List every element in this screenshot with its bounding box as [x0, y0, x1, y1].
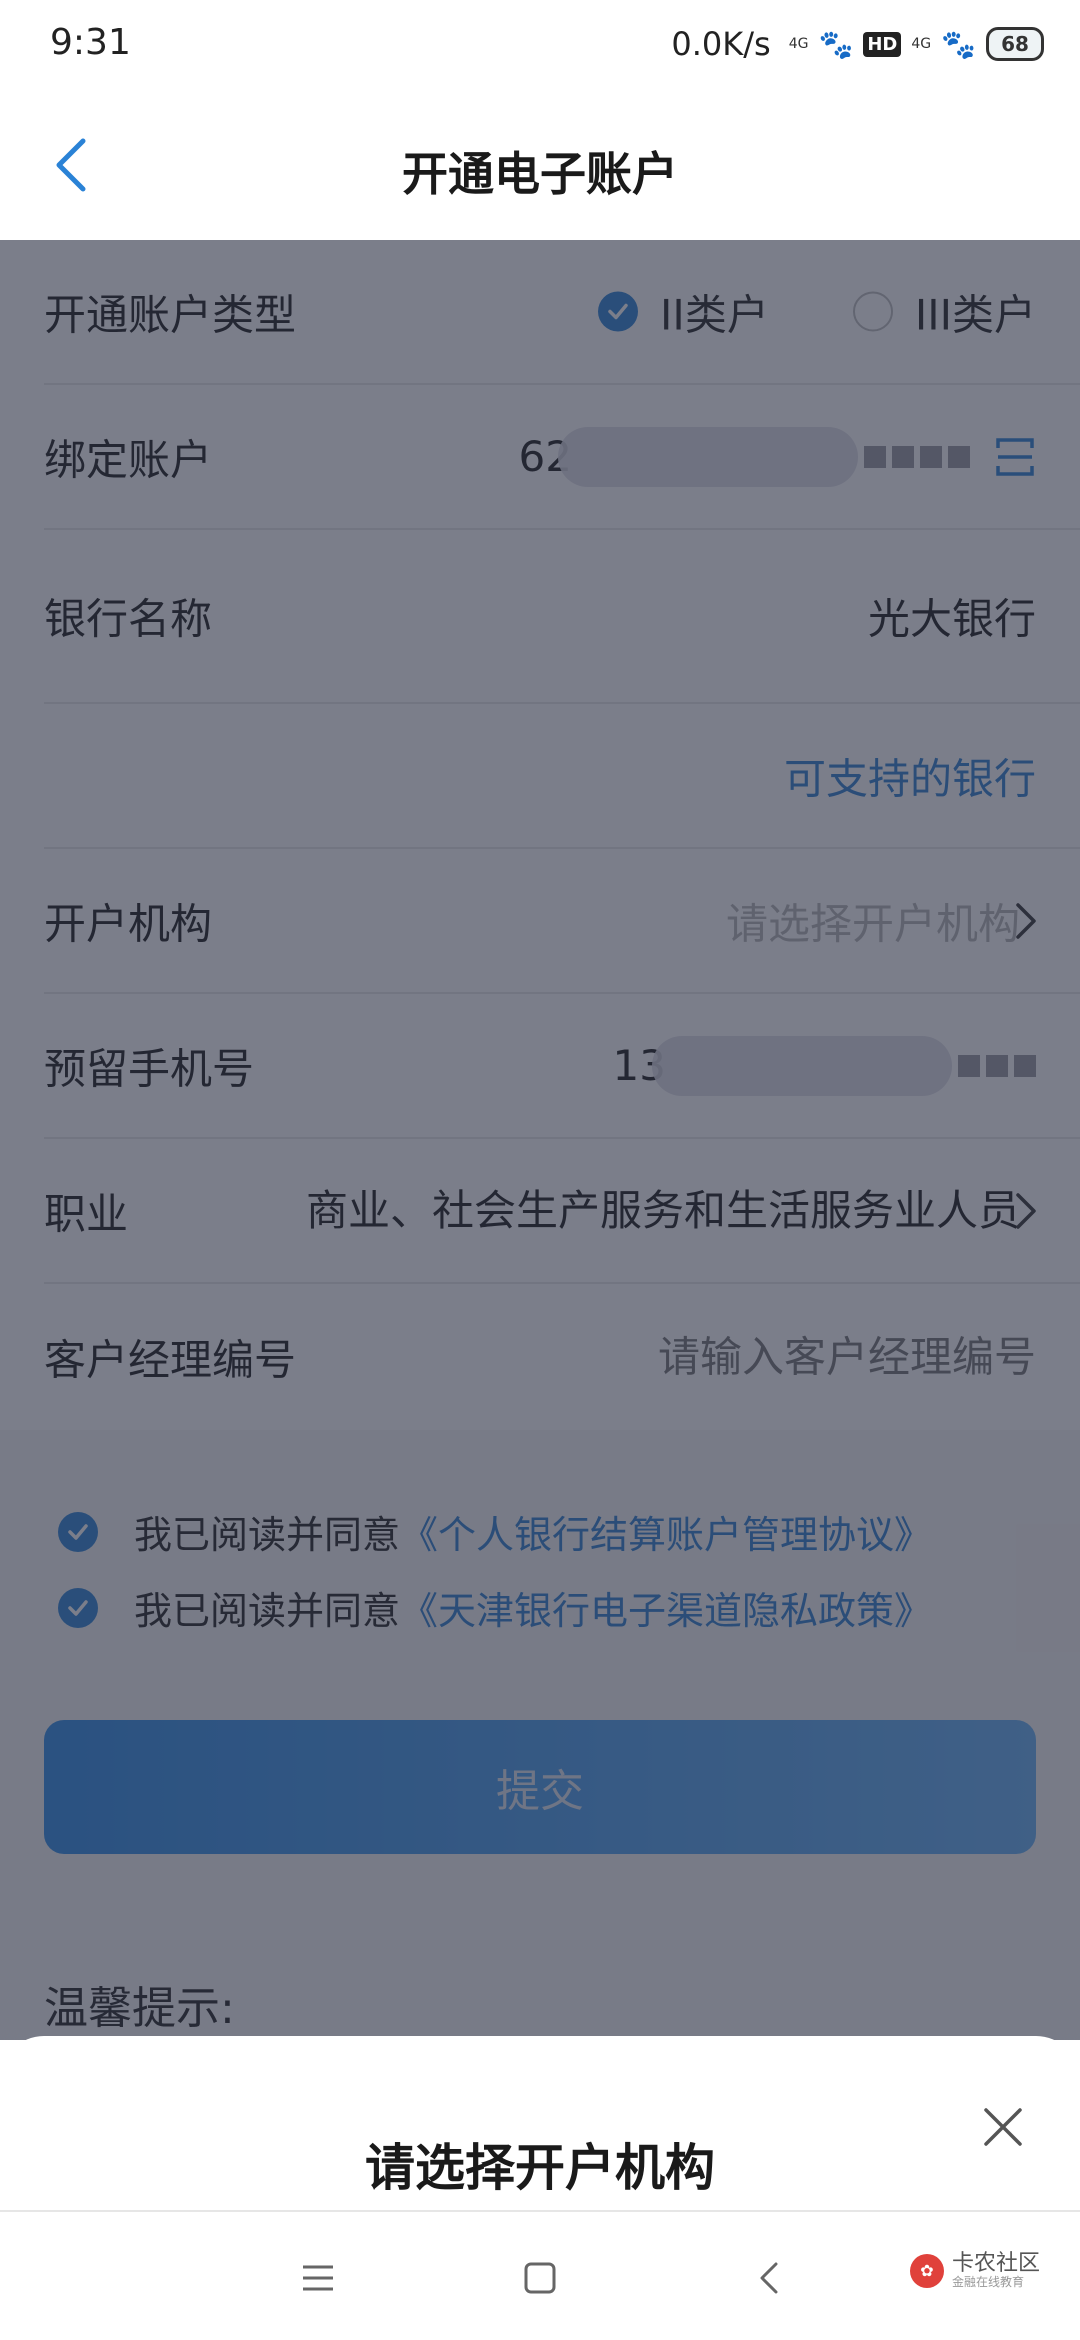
page-title: 开通电子账户: [402, 147, 678, 201]
signal-icon: 🐾: [818, 27, 854, 61]
branch-placeholder: 请选择开户机构: [725, 899, 1020, 948]
agreement-prefix: 我已阅读并同意: [134, 1513, 401, 1557]
account-type-row: 开通账户类型 II类户 III类户: [44, 240, 1080, 385]
masked-account-number: 62: [519, 426, 970, 487]
agreement-item[interactable]: 我已阅读并同意 《天津银行电子渠道隐私政策》: [58, 1580, 932, 1635]
supported-banks-link[interactable]: 可支持的银行: [784, 745, 1036, 806]
account-type-radio-group: II类户 III类户: [598, 281, 1036, 342]
mosaic-block: [1014, 1054, 1036, 1077]
phone-row: 预留手机号 13: [44, 994, 1080, 1139]
signal-icon-2: 🐾: [941, 27, 976, 61]
network-speed: 0.0K/s: [671, 25, 771, 63]
masked-phone-number: 13: [613, 1035, 1036, 1096]
bank-name-label: 银行名称: [44, 594, 213, 644]
manager-id-label: 客户经理编号: [44, 1335, 297, 1384]
bound-account-row[interactable]: 绑定账户 62: [44, 385, 1080, 530]
manager-id-row: 客户经理编号: [44, 1284, 1080, 1429]
checkbox-checked-icon[interactable]: [58, 1511, 98, 1552]
privacy-mask: [558, 426, 858, 487]
watermark-text: 卡农社区 金融在线教育: [951, 2251, 1040, 2290]
mosaic-block: [920, 445, 942, 468]
mosaic-block: [892, 445, 914, 468]
sheet-title: 请选择开户机构: [365, 2139, 715, 2197]
watermark: ✿ 卡农社区 金融在线教育: [909, 2251, 1040, 2290]
occupation-value: 商业、社会生产服务和生活服务业人员: [305, 1185, 1020, 1235]
status-icons: 0.0K/s 4G 🐾 HD 4G 🐾 68: [671, 20, 1044, 68]
branch-row[interactable]: 开户机构 请选择开户机构: [44, 849, 1080, 994]
account-form: 开通账户类型 II类户 III类户 绑定账户 62 银行名称 光大银行 可支持的…: [0, 240, 1080, 1429]
mosaic-block: [986, 1054, 1008, 1077]
status-time: 9:31: [50, 22, 131, 63]
manager-id-input[interactable]: [516, 1332, 1036, 1381]
mosaic-block: [958, 1054, 980, 1077]
radio-type-3-label: III类户: [914, 290, 1036, 339]
watermark-main: 卡农社区: [951, 2251, 1040, 2276]
agreement-item[interactable]: 我已阅读并同意 《个人银行结算账户管理协议》: [58, 1504, 932, 1559]
privacy-mask: [652, 1035, 952, 1096]
branch-label: 开户机构: [44, 899, 213, 948]
radio-type-2[interactable]: II类户: [598, 281, 769, 342]
watermark-sub: 金融在线教育: [951, 2275, 1024, 2290]
agreement-link[interactable]: 《个人银行结算账户管理协议》: [400, 1504, 932, 1559]
mosaic-block: [948, 445, 970, 468]
scan-card-icon[interactable]: [994, 436, 1036, 478]
close-icon[interactable]: [978, 2102, 1028, 2152]
signal-4g-label: 4G: [788, 36, 809, 52]
bound-account-label: 绑定账户: [44, 435, 213, 484]
checkbox-checked-icon[interactable]: [58, 1587, 98, 1628]
home-button[interactable]: [520, 2258, 560, 2298]
radio-type-3[interactable]: III类户: [852, 281, 1036, 342]
system-nav-bar: ✿ 卡农社区 金融在线教育: [0, 2210, 1080, 2340]
menu-icon: [303, 2265, 333, 2291]
bound-account-value: 62: [519, 426, 970, 487]
menu-button[interactable]: [298, 2258, 338, 2298]
agreement-prefix: 我已阅读并同意: [134, 1589, 401, 1633]
watermark-logo-icon: ✿: [909, 2253, 944, 2288]
radio-checked-icon: [598, 291, 639, 332]
battery-level: 68: [1001, 32, 1029, 56]
chevron-right-icon: [1016, 902, 1036, 939]
agreement-link[interactable]: 《天津银行电子渠道隐私政策》: [400, 1580, 932, 1635]
back-triangle-icon: [760, 2262, 778, 2294]
radio-type-2-label: II类户: [660, 290, 769, 339]
bank-name-row: 银行名称 光大银行: [44, 530, 1080, 704]
account-type-label: 开通账户类型: [44, 290, 297, 339]
agreements-section: 我已阅读并同意 《个人银行结算账户管理协议》 我已阅读并同意 《天津银行电子渠道…: [0, 1430, 1080, 1720]
chevron-right-icon: [1016, 1192, 1036, 1229]
phone-value: 13: [613, 1035, 1036, 1096]
occupation-label: 职业: [44, 1189, 129, 1238]
phone-label: 预留手机号: [44, 1044, 255, 1093]
hd-badge: HD: [863, 31, 902, 57]
tips-title: 温馨提示:: [44, 1983, 235, 2034]
home-square-icon: [524, 2262, 556, 2294]
radio-unchecked-icon: [852, 291, 893, 332]
signal-4g-label-2: 4G: [911, 36, 932, 52]
tips-section: 温馨提示:: [0, 1940, 1080, 2040]
branch-picker-sheet: 请选择开户机构: [0, 2036, 1080, 2211]
bank-name-value: 光大银行: [867, 594, 1036, 644]
battery-icon: 68: [986, 27, 1044, 61]
submit-area: 提交: [0, 1720, 1080, 1940]
supported-banks-row: 可支持的银行: [44, 704, 1080, 849]
occupation-row[interactable]: 职业 商业、社会生产服务和生活服务业人员: [44, 1139, 1080, 1284]
nav-bar: 开通电子账户: [0, 90, 1080, 240]
system-back-button[interactable]: [748, 2258, 788, 2298]
mosaic-block: [864, 445, 886, 468]
submit-button[interactable]: 提交: [44, 1720, 1036, 1854]
status-bar: 9:31 0.0K/s 4G 🐾 HD 4G 🐾 68: [0, 0, 1080, 90]
